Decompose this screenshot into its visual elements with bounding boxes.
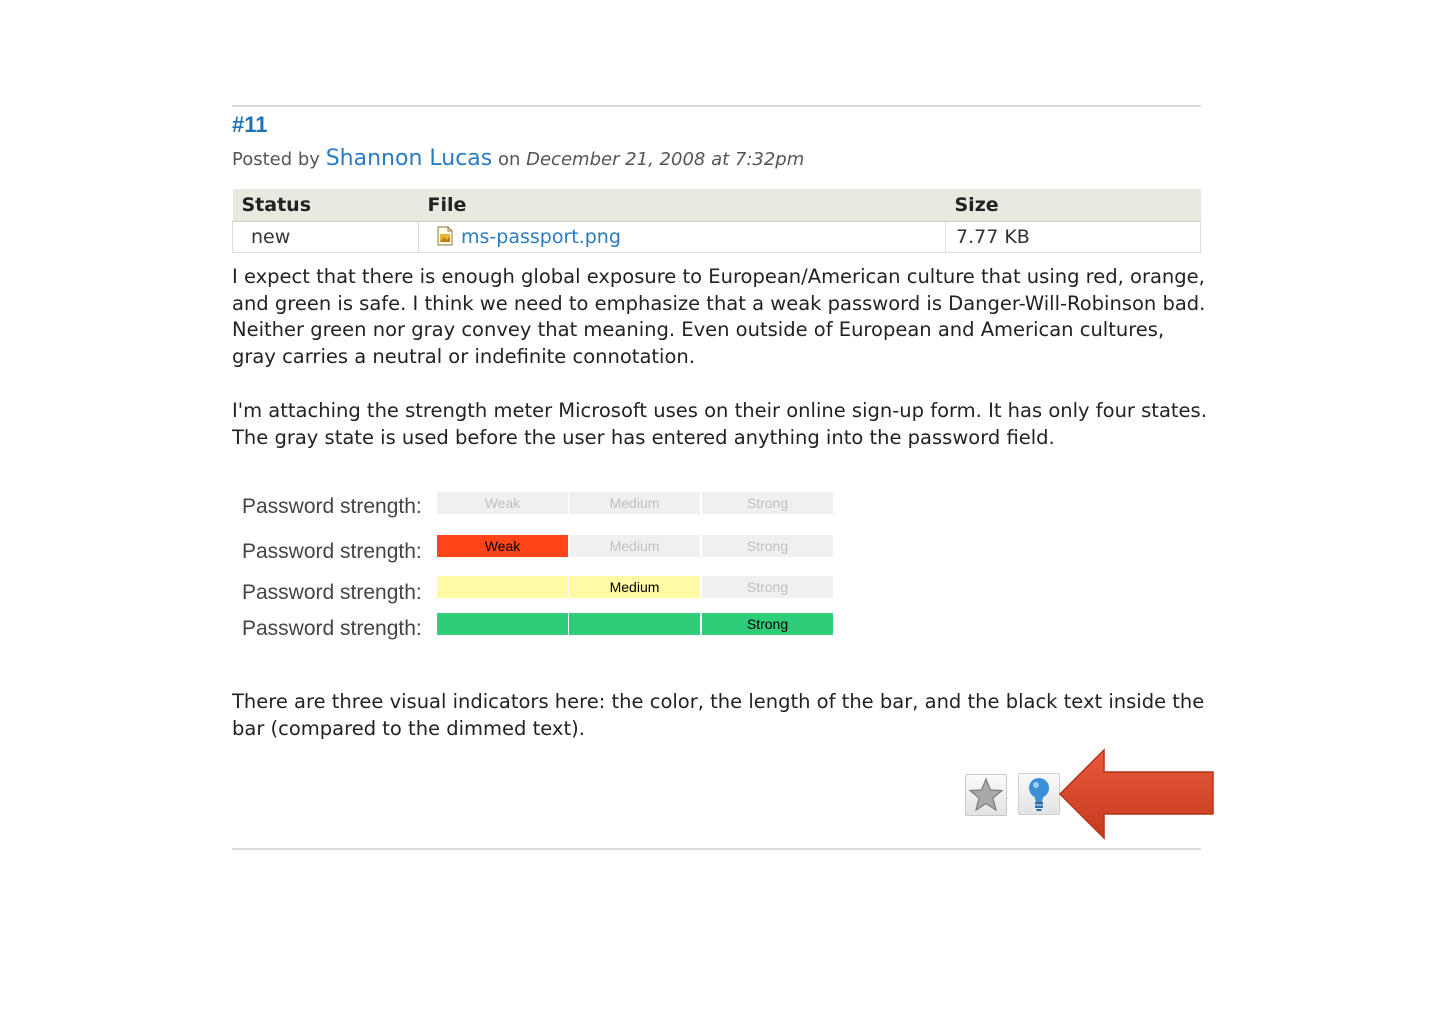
attachment-status: new <box>232 221 419 253</box>
meter-segment-strong: Strong <box>702 492 833 514</box>
table-row: new ms-passport.png 7.77 KB <box>232 221 1201 253</box>
star-icon <box>968 777 1004 812</box>
author-link[interactable]: Shannon Lucas <box>326 146 493 171</box>
meter-segment-strong: Strong <box>702 576 833 598</box>
meter-segment-medium: Medium <box>569 535 700 557</box>
strength-meter-medium: Password strength: Medium Strong <box>232 576 842 604</box>
column-header-size: Size <box>945 189 1201 222</box>
idea-button[interactable] <box>1018 773 1060 815</box>
attachments-header-row: Status File Size <box>232 189 1201 222</box>
column-header-status: Status <box>232 189 419 222</box>
meter-segment-strong: Strong <box>702 613 833 635</box>
column-header-file: File <box>418 189 946 222</box>
meter-label: Password strength: <box>242 617 422 640</box>
comment-paragraph-3: There are three visual indicators here: … <box>232 690 1205 740</box>
comment-paragraph-1: I expect that there is enough global exp… <box>232 265 1206 369</box>
posted-by-prefix: Posted by <box>232 149 320 170</box>
strength-meter-empty: Password strength: Weak Medium Strong <box>232 492 842 520</box>
attachment-file-cell: ms-passport.png <box>418 221 946 253</box>
lightbulb-icon <box>1029 778 1049 811</box>
on-word: on <box>497 149 521 170</box>
meter-segment-weak: Weak <box>437 492 568 514</box>
meter-label: Password strength: <box>242 495 422 518</box>
strength-meter-weak: Password strength: Weak Medium Strong <box>232 535 842 563</box>
image-file-icon <box>437 226 453 246</box>
comment-number-link[interactable]: #11 <box>232 112 268 138</box>
comment-paragraph-2: I'm attaching the strength meter Microso… <box>232 399 1207 449</box>
strength-meter-strong: Password strength: Strong <box>232 613 842 641</box>
comment-byline: Posted by Shannon Lucas on December 21, … <box>232 146 804 171</box>
comment-date: December 21, 2008 at 7:32pm <box>526 149 805 170</box>
bottom-divider <box>232 848 1201 850</box>
attachment-file-link[interactable]: ms-passport.png <box>461 226 621 248</box>
meter-segment-medium: Medium <box>569 576 700 598</box>
meter-segment-medium: Medium <box>569 492 700 514</box>
meter-segment-weak <box>437 576 568 598</box>
meter-segment-weak: Weak <box>437 535 568 557</box>
meter-segment-weak <box>437 613 568 635</box>
attachments-table: Status File Size new ms-passport.png 7.7… <box>232 189 1201 253</box>
meter-label: Password strength: <box>242 540 422 563</box>
attachment-size: 7.77 KB <box>945 221 1201 253</box>
meter-segment-strong: Strong <box>702 535 833 557</box>
callout-arrow <box>1058 748 1214 840</box>
top-divider <box>232 105 1201 107</box>
meter-label: Password strength: <box>242 581 422 604</box>
favorite-button[interactable] <box>965 774 1007 816</box>
meter-segment-medium <box>569 613 700 635</box>
